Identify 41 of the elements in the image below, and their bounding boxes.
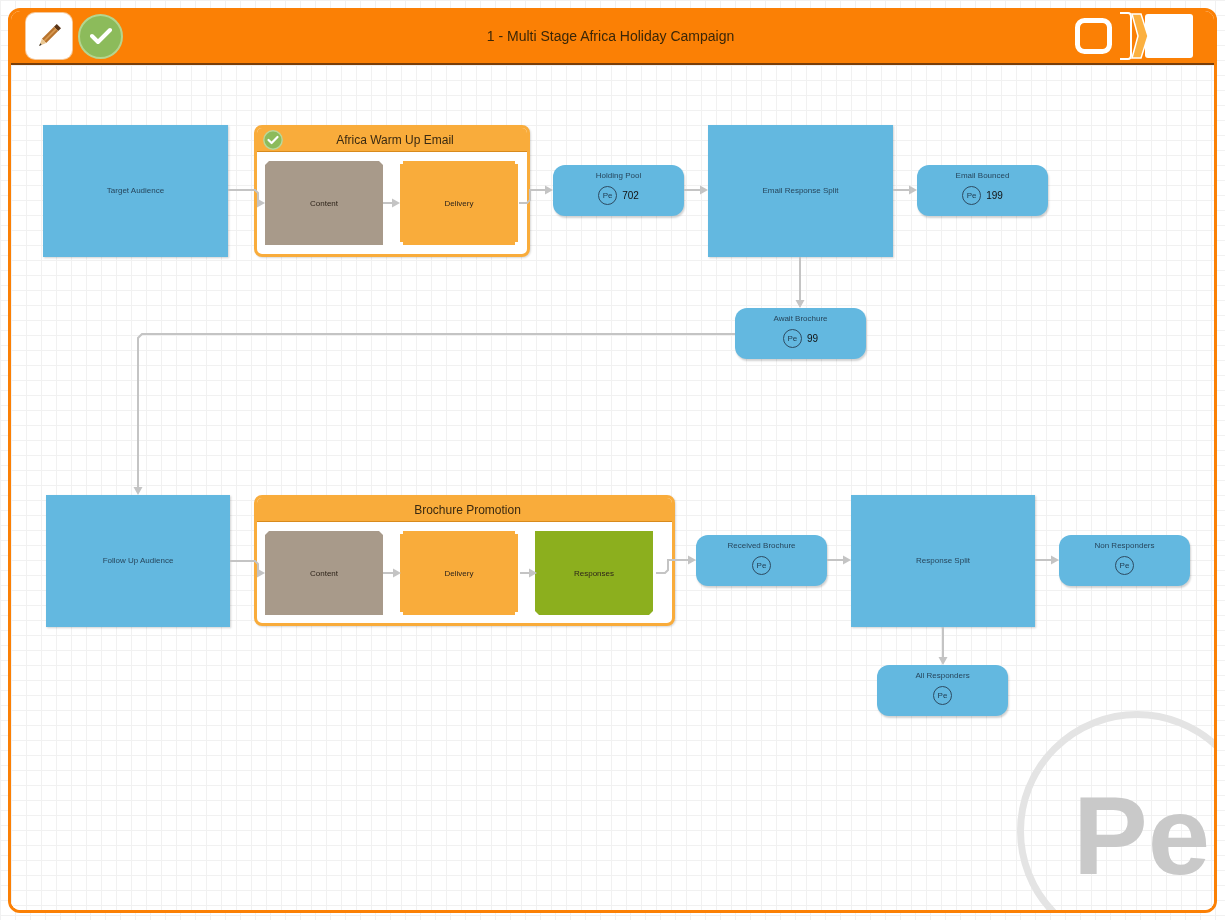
- group-title: Africa Warm Up Email: [336, 132, 454, 147]
- count-label: 702: [622, 190, 639, 201]
- connector-arrow: [826, 555, 851, 565]
- connector-arrow: [227, 189, 265, 208]
- window-button[interactable]: [1075, 18, 1112, 54]
- window-title: 1 - Multi Stage Africa Holiday Campaign: [486, 28, 735, 44]
- connector-arrow: [795, 256, 805, 308]
- rounded-square-icon: [1075, 18, 1112, 54]
- connector-arrow: [229, 560, 265, 578]
- node-label: Await Brochure: [773, 314, 828, 324]
- chevron-panel-icon: [1119, 11, 1195, 61]
- step-label: Content: [310, 198, 338, 208]
- connector-arrow: [938, 626, 948, 665]
- node-label: Target Audience: [106, 186, 165, 196]
- connector-arrow: [519, 568, 537, 578]
- node-label: Follow Up Audience: [102, 556, 174, 566]
- step-label: Delivery: [444, 198, 474, 208]
- connector-arrow: [683, 185, 708, 195]
- connector-arrow: [382, 568, 401, 578]
- step-label: Responses: [574, 568, 614, 578]
- connector-arrow: [518, 185, 553, 204]
- node-label: All Responders: [915, 671, 970, 681]
- node-label: Email Response Split: [762, 186, 839, 196]
- step-label: Delivery: [444, 568, 474, 578]
- approve-button[interactable]: [78, 13, 123, 59]
- node-label: Non Responders: [1094, 541, 1155, 551]
- step-label: Content: [310, 568, 338, 578]
- connector-arrow: [382, 198, 400, 208]
- connector-arrow: [1034, 555, 1059, 565]
- count-label: 99: [806, 333, 819, 344]
- node-label: Holding Pool: [595, 171, 642, 181]
- node-label: Received Brochure: [727, 541, 796, 551]
- node-label: Email Bounced: [955, 171, 1010, 181]
- node-label: Response Split: [916, 556, 970, 566]
- group-title: Brochure Promotion: [414, 502, 521, 517]
- check-icon: [89, 27, 112, 45]
- count-label: 199: [986, 190, 1003, 201]
- connector-arrow: [655, 555, 696, 574]
- connector-arrow: [892, 185, 917, 195]
- panel-button[interactable]: [1119, 11, 1195, 61]
- edit-button[interactable]: [26, 13, 72, 59]
